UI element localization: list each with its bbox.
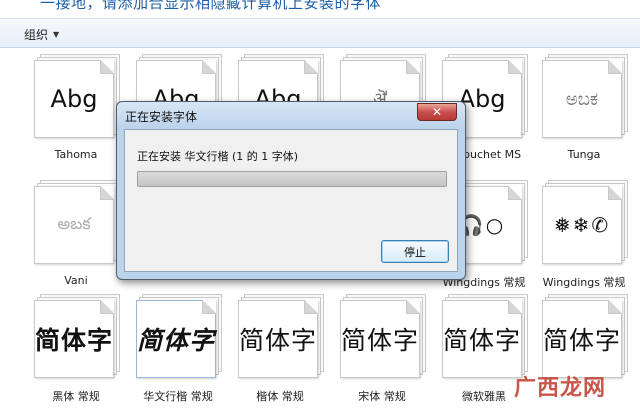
font-preview: 简体字 bbox=[238, 294, 324, 380]
font-name: Tahoma bbox=[54, 148, 98, 161]
organize-menu[interactable]: 组织 ▼ bbox=[24, 26, 59, 43]
font-preview: 简体字 bbox=[34, 294, 120, 380]
font-name: 华文行楷 常规 bbox=[143, 390, 213, 403]
dialog-title-bar[interactable]: 正在安装字体 ✕ bbox=[117, 102, 465, 128]
font-preview: 简体字 bbox=[340, 294, 426, 380]
stop-button[interactable]: 停止 bbox=[381, 240, 449, 263]
font-preview: 简体字 bbox=[136, 294, 222, 380]
close-icon: ✕ bbox=[431, 105, 443, 119]
dialog-body: 正在安装 华文行楷 (1 的 1 字体) 停止 bbox=[124, 129, 458, 272]
font-sample: ❅❄✆ bbox=[553, 213, 611, 237]
font-preview: Abg bbox=[34, 54, 120, 140]
font-preview: 简体字 bbox=[542, 294, 628, 380]
font-sample: అబక bbox=[57, 213, 91, 233]
font-sample: 简体字 bbox=[340, 328, 419, 355]
font-preview: ಅಬಕ bbox=[542, 54, 628, 140]
font-preview: 简体字 bbox=[442, 294, 528, 380]
font-sample: 简体字 bbox=[238, 326, 317, 355]
progress-fill bbox=[138, 172, 446, 186]
font-name: Tunga bbox=[567, 148, 601, 161]
dialog-title: 正在安装字体 bbox=[125, 110, 198, 124]
install-status-text: 正在安装 华文行楷 (1 的 1 字体) bbox=[137, 150, 299, 163]
top-description: 一接地，请添加合显示相隐藏计算机上安装的字体 bbox=[0, 0, 640, 18]
font-preview: ❅❄✆ bbox=[542, 180, 628, 266]
organize-label: 组织 bbox=[24, 28, 49, 42]
font-name: Wingdings 常规 bbox=[542, 276, 626, 289]
top-description-text: 一接地，请添加合显示相隐藏计算机上安装的字体 bbox=[40, 0, 382, 12]
font-name: Vani bbox=[64, 274, 88, 287]
font-name: 楷体 常规 bbox=[256, 390, 304, 403]
font-sample: 简体字 bbox=[34, 326, 113, 355]
toolbar: 组织 ▼ bbox=[0, 18, 640, 48]
font-sample: 简体字 bbox=[136, 326, 215, 355]
font-name: 宋体 常规 bbox=[358, 390, 406, 403]
watermark-logo: 广西龙网 bbox=[514, 376, 607, 401]
progress-bar bbox=[137, 171, 447, 187]
chevron-down-icon: ▼ bbox=[53, 30, 60, 39]
font-sample: 简体字 bbox=[442, 327, 521, 355]
font-preview: అబక bbox=[34, 180, 120, 266]
font-sample: Abg bbox=[50, 85, 98, 113]
install-font-dialog: 正在安装字体 ✕ 正在安装 华文行楷 (1 的 1 字体) 停止 bbox=[116, 101, 466, 280]
font-sample: 简体字 bbox=[542, 326, 621, 355]
font-sample: ಅಬಕ bbox=[565, 88, 599, 110]
font-name: 黑体 常规 bbox=[52, 390, 100, 403]
close-button[interactable]: ✕ bbox=[417, 103, 457, 121]
